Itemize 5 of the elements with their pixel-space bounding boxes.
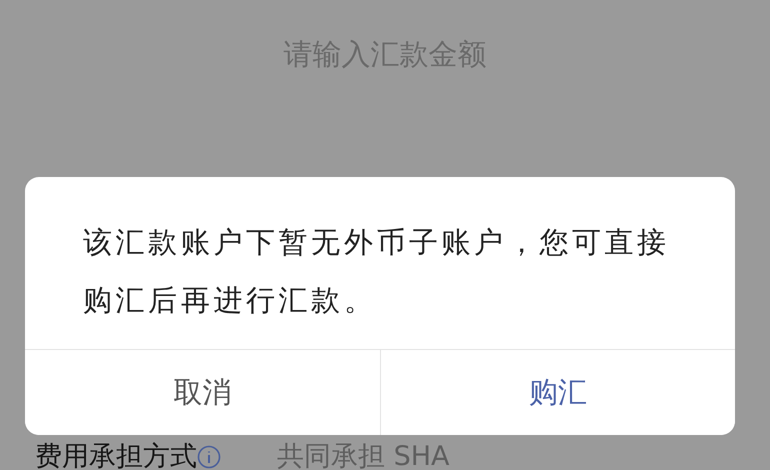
fee-label: 费用承担方式 — [35, 442, 197, 470]
dialog-message: 该汇款账户下暂无外币子账户，您可直接购汇后再进行汇款。 — [82, 224, 671, 319]
confirm-button[interactable]: 购汇 — [380, 350, 735, 435]
fee-value: 共同承担 SHA — [277, 442, 450, 470]
info-icon[interactable] — [197, 444, 221, 469]
